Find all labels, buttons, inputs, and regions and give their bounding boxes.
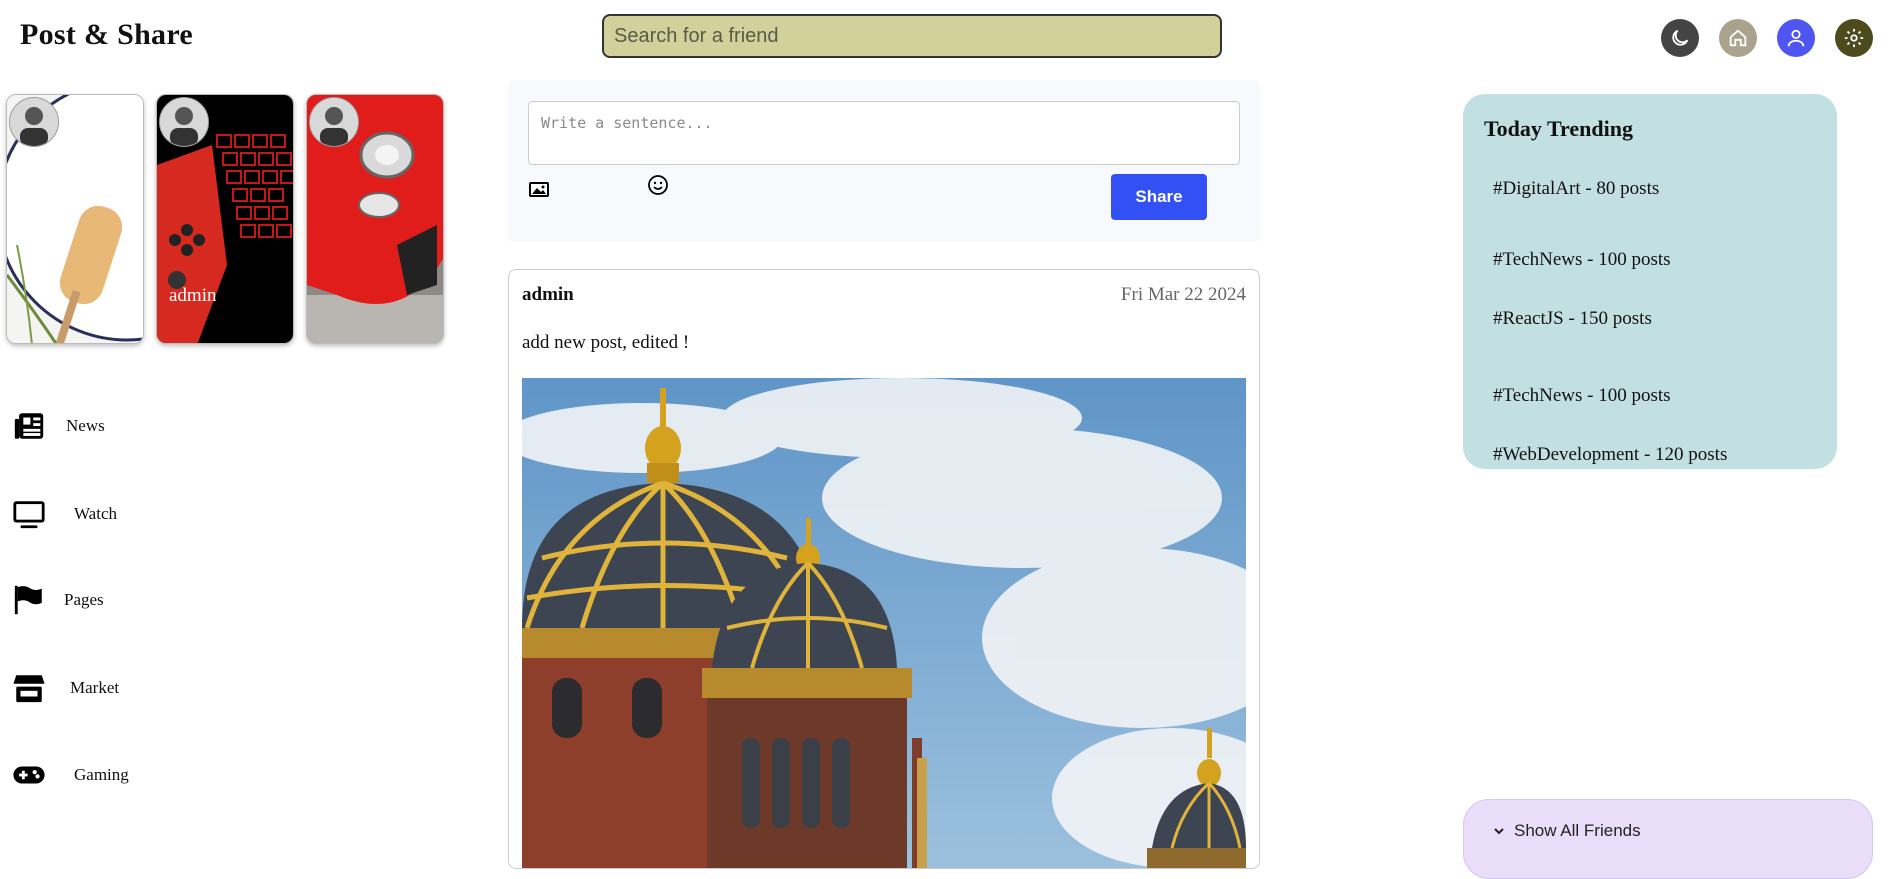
settings-button[interactable]	[1835, 19, 1873, 57]
show-all-friends-label: Show All Friends	[1514, 821, 1641, 840]
dark-mode-button[interactable]	[1661, 19, 1699, 57]
story-card[interactable]	[6, 94, 144, 344]
profile-icon	[1787, 29, 1805, 47]
post-card: admin Fri Mar 22 2024 add new post, edit…	[508, 269, 1260, 869]
post-date: Fri Mar 22 2024	[1120, 284, 1246, 305]
story-card[interactable]	[306, 94, 444, 344]
post-image	[522, 378, 1246, 868]
image-icon[interactable]	[528, 180, 550, 198]
sidebar-item-watch[interactable]: Watch	[12, 494, 232, 534]
sidebar-item-pages[interactable]: Pages	[12, 580, 232, 620]
story-name: admin	[169, 285, 217, 306]
post-input[interactable]	[528, 101, 1240, 165]
monitor-icon	[13, 501, 45, 529]
header-icons	[1661, 19, 1873, 57]
trending-item[interactable]: #ReactJS - 150 posts	[1493, 308, 1652, 330]
sidebar-item-label: Watch	[74, 504, 117, 523]
trending-title: Today Trending	[1484, 116, 1633, 141]
sidebar-item-news[interactable]: News	[12, 406, 232, 446]
sidebar-item-market[interactable]: Market	[12, 668, 232, 708]
stories-row: admin	[6, 94, 444, 344]
share-button[interactable]: Share	[1111, 174, 1207, 220]
home-button[interactable]	[1719, 19, 1757, 57]
dark-mode-icon	[1672, 29, 1689, 46]
profile-button[interactable]	[1777, 19, 1815, 57]
trending-panel: Today Trending #DigitalArt - 80 posts #T…	[1463, 94, 1837, 469]
emoji-icon[interactable]	[647, 174, 669, 196]
story-card[interactable]: admin	[156, 94, 294, 344]
store-icon	[13, 675, 45, 703]
avatar	[309, 97, 359, 147]
settings-icon	[1844, 28, 1864, 48]
post-text: add new post, edited !	[522, 332, 690, 353]
sidebar-item-gaming[interactable]: Gaming	[12, 755, 232, 795]
chevron-down-icon	[1494, 828, 1504, 835]
newspaper-icon	[14, 413, 44, 439]
search-input[interactable]	[602, 14, 1222, 58]
sidebar-item-label: Gaming	[74, 765, 129, 784]
avatar	[159, 97, 209, 147]
sidebar-item-label: News	[66, 416, 105, 435]
app-logo: Post & Share	[20, 18, 194, 51]
post-composer: Share	[508, 80, 1260, 242]
trending-item[interactable]: #WebDevelopment - 120 posts	[1493, 444, 1727, 466]
avatar	[9, 97, 59, 147]
show-all-friends-button[interactable]: Show All Friends	[1463, 799, 1873, 879]
trending-item[interactable]: #TechNews - 100 posts	[1493, 249, 1671, 271]
trending-item[interactable]: #TechNews - 100 posts	[1493, 385, 1671, 407]
post-author[interactable]: admin	[522, 284, 574, 306]
sidebar-item-label: Market	[70, 678, 120, 697]
trending-item[interactable]: #DigitalArt - 80 posts	[1493, 178, 1659, 200]
home-icon	[1729, 29, 1747, 47]
sidebar-item-label: Pages	[64, 590, 104, 609]
gamepad-icon	[13, 766, 45, 784]
flag-icon	[14, 585, 42, 615]
